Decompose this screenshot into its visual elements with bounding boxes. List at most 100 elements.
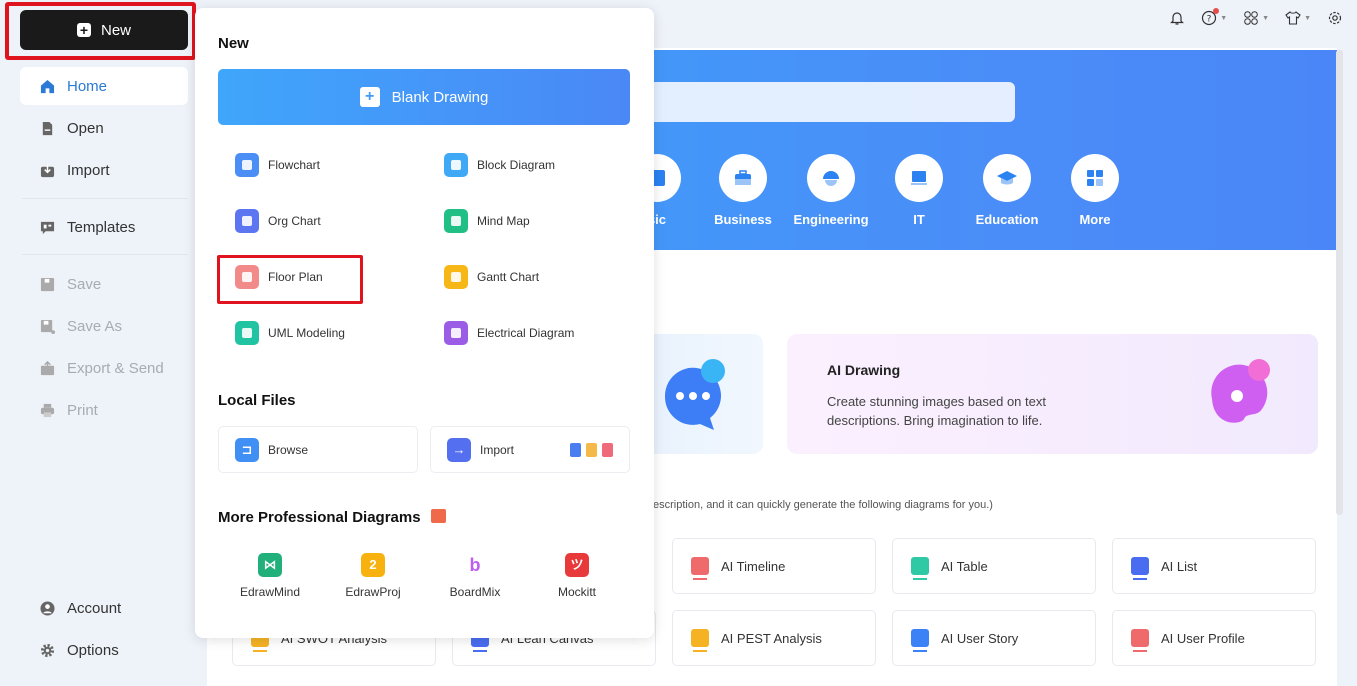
ai-chat-card[interactable] (637, 334, 763, 454)
sidebar-item-import[interactable]: Import (20, 151, 188, 189)
category-it[interactable]: IT (874, 154, 964, 227)
more-diagrams-label: More Professional Diagrams (218, 509, 421, 526)
apps-button[interactable]: ▼ (1243, 10, 1269, 26)
app-mockitt[interactable]: ツ Mockitt (527, 553, 627, 599)
palette-icon (1211, 359, 1270, 423)
template-label: Block Diagram (477, 158, 556, 172)
divider (22, 198, 188, 199)
print-icon (40, 403, 55, 417)
divider (22, 254, 188, 255)
import-icon (40, 164, 55, 177)
template-floor-plan[interactable]: Floor Plan (235, 265, 323, 289)
plus-icon: + (76, 23, 91, 37)
visio-file-icon (570, 442, 581, 457)
category-education[interactable]: Education (962, 154, 1052, 227)
grid-icon (1071, 154, 1119, 202)
app-edrawmind[interactable]: ⋈ EdrawMind (220, 553, 320, 599)
browse-button[interactable]: ⊐ Browse (218, 426, 418, 473)
ai-user-profile-tile[interactable]: AI User Profile (1112, 610, 1316, 666)
app-label: BoardMix (449, 585, 501, 599)
sidebar: + New Home Open Import Templates Save Sa… (0, 0, 207, 686)
template-label: Org Chart (268, 214, 321, 228)
template-electrical-diagram[interactable]: Electrical Diagram (444, 321, 574, 345)
help-button[interactable]: ? ▼ (1201, 8, 1228, 26)
template-block-diagram[interactable]: Block Diagram (444, 153, 555, 177)
caret-down-icon: ▼ (1262, 14, 1270, 22)
import-button[interactable]: → Import (430, 426, 630, 473)
file-icon (42, 121, 53, 135)
edrawmind-icon: ⋈ (258, 553, 282, 577)
ai-tile-label: AI User Profile (1161, 630, 1245, 646)
theme-button[interactable]: ▼ (1285, 10, 1311, 26)
chat-bubble-icon (664, 359, 725, 430)
sidebar-item-print[interactable]: Print (20, 391, 188, 429)
sidebar-item-templates[interactable]: Templates (20, 208, 188, 246)
sidebar-item-home[interactable]: Home (20, 67, 188, 105)
gear-icon (40, 643, 55, 657)
category-more[interactable]: More (1050, 154, 1140, 227)
scrollbar[interactable] (1336, 50, 1343, 515)
home-icon (40, 79, 55, 93)
template-flowchart[interactable]: Flowchart (235, 153, 320, 177)
template-label: Flowchart (268, 158, 321, 172)
app-edrawproj[interactable]: 2 EdrawProj (323, 553, 423, 599)
new-button[interactable]: + New (20, 10, 188, 50)
ai-tile-label: AI Table (941, 558, 988, 574)
sidebar-item-label: Templates (67, 218, 136, 236)
block-diagram-icon (444, 153, 468, 177)
more-diagrams-title: More Professional Diagrams (218, 509, 446, 526)
ai-timeline-tile[interactable]: AI Timeline (672, 538, 876, 594)
template-label: Floor Plan (268, 270, 323, 284)
ai-drawing-card[interactable]: AI Drawing Create stunning images based … (787, 334, 1318, 454)
template-org-chart[interactable]: Org Chart (235, 209, 321, 233)
sidebar-item-export-send[interactable]: Export & Send (20, 349, 188, 387)
category-label: Education (975, 212, 1039, 227)
notifications-button[interactable] (1169, 10, 1185, 26)
import-label: Import (480, 442, 515, 457)
gift-icon (430, 509, 446, 523)
ai-pest-tile[interactable]: AI PEST Analysis (672, 610, 876, 666)
sidebar-item-save[interactable]: Save (20, 265, 188, 303)
category-label: More (1079, 212, 1111, 227)
template-label: Mind Map (477, 214, 530, 228)
notification-dot (1213, 8, 1220, 14)
sidebar-item-account[interactable]: Account (20, 589, 188, 627)
sidebar-item-save-as[interactable]: Save As (20, 307, 188, 345)
template-mind-map[interactable]: Mind Map (444, 209, 530, 233)
ai-drawing-title: AI Drawing (827, 362, 901, 378)
blank-drawing-button[interactable]: + Blank Drawing (218, 69, 630, 125)
sidebar-item-label: Save (67, 275, 102, 293)
table-icon (911, 557, 929, 580)
ai-user-story-tile[interactable]: AI User Story (892, 610, 1096, 666)
template-gantt-chart[interactable]: Gantt Chart (444, 265, 539, 289)
edrawproj-icon: 2 (361, 553, 385, 577)
sidebar-item-label: Save As (67, 317, 123, 335)
app-boardmix[interactable]: b BoardMix (425, 553, 525, 599)
org-chart-icon (235, 209, 259, 233)
svg-text:?: ? (1207, 15, 1212, 25)
category-label: IT (913, 212, 925, 227)
gantt-chart-icon (444, 265, 468, 289)
settings-button[interactable] (1327, 10, 1343, 26)
template-search-input[interactable]: s... (627, 82, 1015, 122)
sidebar-item-options[interactable]: Options (20, 631, 188, 669)
caret-down-icon: ▼ (1220, 14, 1228, 22)
ai-table-tile[interactable]: AI Table (892, 538, 1096, 594)
pest-icon (691, 629, 709, 652)
hardhat-icon (807, 154, 855, 202)
theme-icon (1285, 11, 1301, 25)
ai-list-tile[interactable]: AI List (1112, 538, 1316, 594)
sidebar-item-open[interactable]: Open (20, 109, 188, 147)
electrical-icon (444, 321, 468, 345)
new-section-title: New (218, 35, 249, 52)
ai-tile-label: AI PEST Analysis (721, 630, 822, 646)
category-engineering[interactable]: Engineering (786, 154, 876, 227)
save-as-icon (40, 319, 55, 334)
mind-map-icon (444, 209, 468, 233)
category-business[interactable]: Business (698, 154, 788, 227)
user-profile-icon (1131, 629, 1149, 652)
templates-icon (40, 221, 55, 234)
template-uml-modeling[interactable]: UML Modeling (235, 321, 345, 345)
flowchart-icon (235, 153, 259, 177)
sidebar-item-label: Print (67, 401, 98, 419)
